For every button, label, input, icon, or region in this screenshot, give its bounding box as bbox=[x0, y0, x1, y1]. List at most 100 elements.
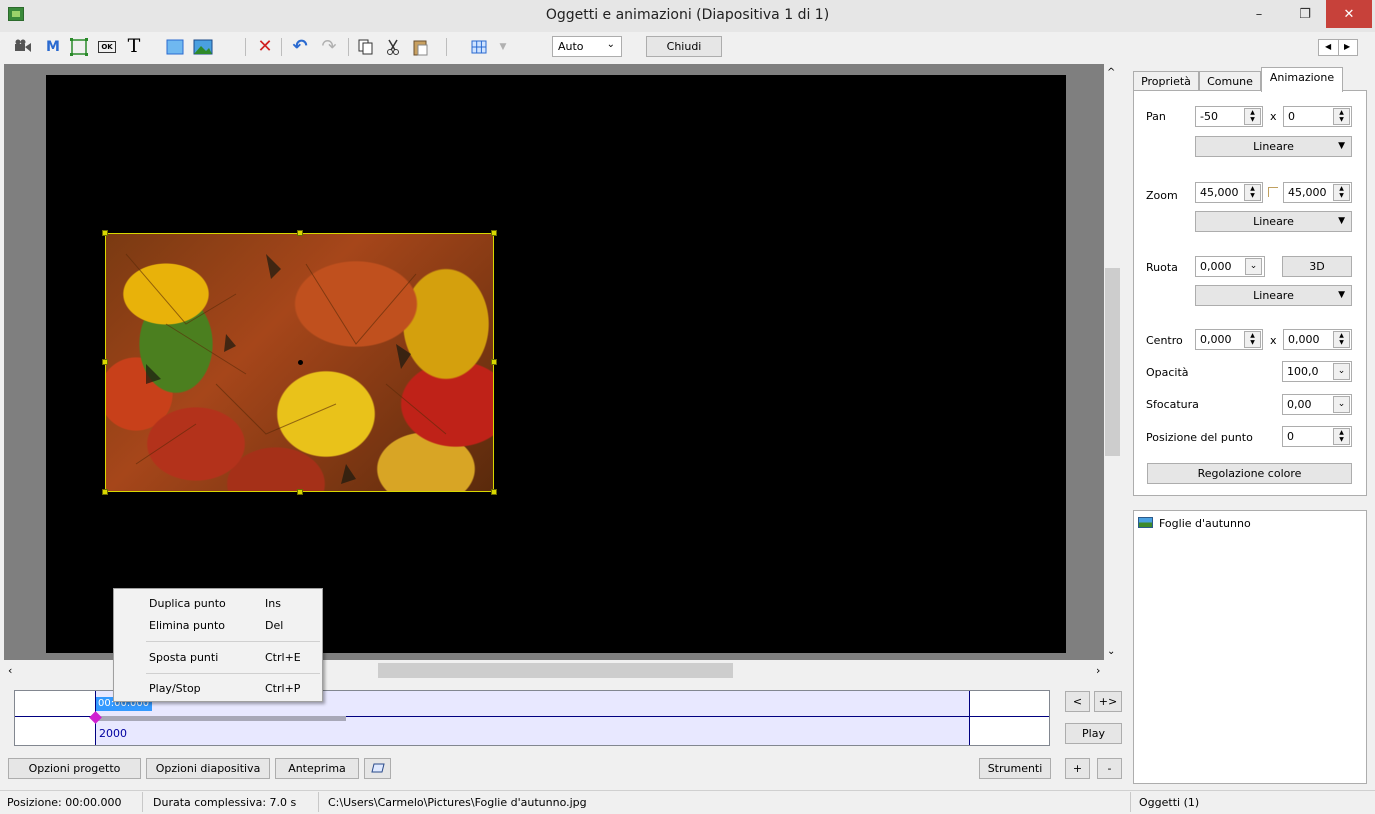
mask-icon[interactable]: M bbox=[42, 37, 64, 57]
cut-icon[interactable] bbox=[382, 37, 404, 57]
horizontal-scroll-thumb[interactable] bbox=[378, 663, 733, 678]
rotate-interp-select[interactable]: Lineare ▼ bbox=[1195, 285, 1352, 306]
resize-handle-nw[interactable] bbox=[102, 230, 108, 236]
center-y-spinner[interactable]: ▲ ▼ bbox=[1333, 331, 1350, 348]
status-duration: Durata complessiva: 7.0 s bbox=[153, 796, 297, 809]
vertical-scroll-thumb[interactable] bbox=[1105, 268, 1120, 456]
toolbar-separator bbox=[348, 38, 349, 56]
opacity-label: Opacità bbox=[1146, 366, 1189, 379]
scroll-right-icon[interactable]: › bbox=[1096, 664, 1100, 677]
context-menu: Duplica punto Ins Elimina punto Del Spos… bbox=[113, 588, 323, 702]
opacity-dropdown-icon[interactable]: ⌄ bbox=[1333, 363, 1350, 380]
center-label: Centro bbox=[1146, 334, 1183, 347]
blur-label: Sfocatura bbox=[1146, 398, 1199, 411]
play-button[interactable]: Play bbox=[1065, 723, 1122, 744]
tab-common[interactable]: Comune bbox=[1199, 71, 1261, 92]
rotation-center-point[interactable] bbox=[298, 360, 303, 365]
menu-item-move-points[interactable]: Sposta punti Ctrl+E bbox=[115, 647, 321, 669]
pan-y-spinner[interactable]: ▲ ▼ bbox=[1333, 108, 1350, 125]
list-item[interactable]: Foglie d'autunno bbox=[1159, 517, 1251, 530]
next-point-button[interactable]: +> bbox=[1094, 691, 1122, 712]
copy-icon[interactable] bbox=[355, 37, 377, 57]
eraser-button[interactable] bbox=[364, 758, 391, 779]
resize-handle-e[interactable] bbox=[491, 359, 497, 365]
resize-handle-sw[interactable] bbox=[102, 489, 108, 495]
menu-separator bbox=[146, 641, 320, 642]
zoom-interp-select[interactable]: Lineare ▼ bbox=[1195, 211, 1352, 232]
zoom-y-spinner[interactable]: ▲ ▼ bbox=[1333, 184, 1350, 201]
zoom-select[interactable]: Auto ⌄ bbox=[552, 36, 622, 57]
pan-interp-select[interactable]: Lineare ▼ bbox=[1195, 136, 1352, 157]
redo-icon[interactable]: ↷ bbox=[318, 37, 340, 57]
chiudi-button[interactable]: Chiudi bbox=[646, 36, 722, 57]
image-icon bbox=[1138, 517, 1153, 528]
minimize-button[interactable]: – bbox=[1236, 0, 1282, 32]
blur-dropdown-icon[interactable]: ⌄ bbox=[1333, 396, 1350, 413]
eraser-icon bbox=[370, 763, 385, 773]
paste-icon[interactable] bbox=[410, 37, 432, 57]
close-window-button[interactable]: ✕ bbox=[1326, 0, 1372, 28]
app-icon bbox=[8, 7, 24, 21]
panel-nav-arrows[interactable]: ◀ ▶ bbox=[1318, 39, 1358, 56]
menu-item-duplicate-point[interactable]: Duplica punto Ins bbox=[115, 593, 321, 615]
timeline-end-line[interactable] bbox=[969, 691, 970, 745]
resize-handle-n[interactable] bbox=[297, 230, 303, 236]
resize-handle-s[interactable] bbox=[297, 489, 303, 495]
dropdown-arrow-icon: ▼ bbox=[1338, 290, 1345, 300]
text-icon[interactable]: T bbox=[123, 36, 145, 56]
remove-point-button[interactable]: - bbox=[1097, 758, 1122, 779]
menu-item-delete-point[interactable]: Elimina punto Del bbox=[115, 615, 321, 637]
grid-icon[interactable] bbox=[469, 37, 491, 57]
chevron-down-icon: ⌄ bbox=[606, 39, 615, 50]
center-x-spinner[interactable]: ▲ ▼ bbox=[1244, 331, 1261, 348]
status-file-path: C:\Users\Carmelo\Pictures\Foglie d'autun… bbox=[328, 796, 587, 809]
arrow-left-icon[interactable]: ◀ bbox=[1325, 42, 1331, 51]
resize-handle-ne[interactable] bbox=[491, 230, 497, 236]
scroll-up-icon[interactable]: ^ bbox=[1107, 67, 1115, 78]
toolbar-separator bbox=[446, 38, 447, 56]
rotate-dropdown-icon[interactable]: ⌄ bbox=[1245, 258, 1262, 275]
menu-item-label: Sposta punti bbox=[149, 651, 219, 664]
zoom-label: Zoom bbox=[1146, 189, 1178, 202]
pan-x-spinner[interactable]: ▲ ▼ bbox=[1244, 108, 1261, 125]
delete-icon[interactable]: ✕ bbox=[254, 37, 276, 57]
tools-button[interactable]: Strumenti bbox=[979, 758, 1051, 779]
dropdown-arrow-icon: ▼ bbox=[1338, 216, 1345, 226]
prev-point-button[interactable]: < bbox=[1065, 691, 1090, 712]
arrow-right-icon[interactable]: ▶ bbox=[1344, 42, 1350, 51]
image-icon[interactable] bbox=[192, 37, 214, 57]
tab-properties[interactable]: Proprietà bbox=[1133, 71, 1199, 92]
zoom-interp-value: Lineare bbox=[1253, 215, 1294, 228]
zoom-link-checkbox[interactable] bbox=[1268, 187, 1278, 197]
rotate-label: Ruota bbox=[1146, 261, 1178, 274]
button-icon[interactable]: OK bbox=[96, 37, 118, 57]
status-separator bbox=[1130, 792, 1131, 812]
camera-icon[interactable] bbox=[12, 37, 34, 57]
restore-button[interactable]: ❐ bbox=[1282, 0, 1328, 32]
color-adjust-button[interactable]: Regolazione colore bbox=[1147, 463, 1352, 484]
grid-dropdown-icon[interactable]: ▼ bbox=[492, 37, 514, 57]
resize-handle-w[interactable] bbox=[102, 359, 108, 365]
rectangle-icon[interactable] bbox=[164, 37, 186, 57]
scroll-down-icon[interactable]: ⌄ bbox=[1107, 646, 1115, 657]
point-position-spinner[interactable]: ▲ ▼ bbox=[1333, 428, 1350, 445]
pan-label: Pan bbox=[1146, 110, 1166, 123]
scroll-left-icon[interactable]: ‹ bbox=[8, 664, 12, 677]
add-point-button[interactable]: + bbox=[1065, 758, 1090, 779]
resize-handle-se[interactable] bbox=[491, 489, 497, 495]
menu-item-shortcut: Ins bbox=[265, 597, 281, 610]
point-position-label: Posizione del punto bbox=[1146, 431, 1253, 444]
frame-icon[interactable] bbox=[68, 37, 90, 57]
menu-item-play-stop[interactable]: Play/Stop Ctrl+P bbox=[115, 678, 321, 700]
preview-button[interactable]: Anteprima bbox=[275, 758, 359, 779]
title-bar: Oggetti e animazioni (Diapositiva 1 di 1… bbox=[0, 0, 1375, 32]
undo-icon[interactable]: ↶ bbox=[289, 37, 311, 57]
timeline-progress bbox=[96, 716, 346, 721]
slide-options-button[interactable]: Opzioni diapositiva bbox=[146, 758, 270, 779]
zoom-x-spinner[interactable]: ▲ ▼ bbox=[1244, 184, 1261, 201]
3d-button[interactable]: 3D bbox=[1282, 256, 1352, 277]
tab-animation[interactable]: Animazione bbox=[1261, 67, 1343, 92]
status-separator bbox=[142, 792, 143, 812]
project-options-button[interactable]: Opzioni progetto bbox=[8, 758, 141, 779]
menu-item-label: Duplica punto bbox=[149, 597, 226, 610]
